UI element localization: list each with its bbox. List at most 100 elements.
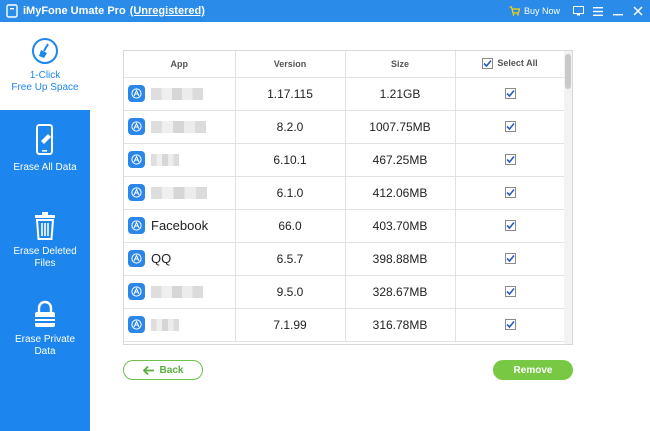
app-size: 328.67MB	[345, 275, 456, 309]
checkmark-icon	[505, 188, 515, 196]
app-name: Facebook	[151, 218, 209, 233]
app-name-blurred	[151, 120, 206, 133]
sidebar-label: Files	[34, 258, 56, 269]
row-checkbox[interactable]	[504, 318, 516, 330]
table-scrollbar[interactable]	[564, 51, 572, 344]
app-store-icon	[128, 250, 145, 267]
app-size: 1007.75MB	[345, 110, 456, 144]
remove-label: Remove	[513, 364, 553, 376]
trash-icon	[35, 212, 55, 240]
table-row[interactable]: 6.1.0 412.06MB	[124, 176, 566, 210]
table-row[interactable]: 8.2.0 1007.75MB	[124, 110, 566, 144]
app-store-icon	[128, 217, 145, 234]
app-version: 6.1.0	[235, 176, 346, 210]
checkmark-icon	[505, 320, 515, 328]
app-size: 316.78MB	[345, 308, 456, 342]
app-version: 66.0	[235, 209, 346, 243]
select-cell	[455, 77, 566, 111]
row-checkbox[interactable]	[504, 219, 516, 231]
select-cell	[455, 176, 566, 210]
app-name-blurred	[151, 285, 203, 298]
row-checkbox[interactable]	[504, 186, 516, 198]
checkmark-icon	[483, 59, 493, 67]
select-all-label: Select All	[497, 58, 538, 69]
menu-button[interactable]	[590, 3, 606, 19]
table-row[interactable]: 1.17.115 1.21GB	[124, 77, 566, 111]
close-button[interactable]	[630, 3, 646, 19]
sidebar-label: Erase Private	[14, 334, 76, 345]
app-version: 1.17.115	[235, 77, 346, 111]
table-row[interactable]: 7.1.99 316.78MB	[124, 308, 566, 342]
table-row[interactable]: 9.5.0 328.67MB	[124, 275, 566, 309]
sidebar-item-free-up-space[interactable]: 1-Click Free Up Space	[0, 22, 90, 110]
column-header-app: App	[124, 51, 236, 78]
checkmark-icon	[505, 122, 515, 130]
select-cell	[455, 308, 566, 342]
app-size: 403.70MB	[345, 209, 456, 243]
row-checkbox[interactable]	[504, 285, 516, 297]
sidebar: 1-Click Free Up Space Erase All Data Era…	[0, 22, 90, 431]
app-table: App Version Size Select All 1.17.115 1.21…	[123, 50, 573, 345]
remove-button[interactable]: Remove	[493, 360, 573, 380]
broom-icon	[32, 38, 58, 64]
app-cell	[124, 143, 236, 177]
app-name: QQ	[151, 251, 172, 266]
row-checkbox[interactable]	[504, 120, 516, 132]
app-store-icon	[128, 85, 145, 102]
scrollbar-thumb[interactable]	[565, 54, 571, 89]
select-cell	[455, 110, 566, 144]
column-header-version: Version	[235, 51, 346, 78]
minimize-icon	[613, 14, 623, 16]
app-store-icon	[128, 283, 145, 300]
sidebar-item-erase-deleted-files[interactable]: Erase Deleted Files	[0, 212, 90, 292]
select-all-checkbox[interactable]	[482, 57, 494, 69]
app-cell	[124, 110, 236, 144]
app-cell: QQ	[124, 242, 236, 276]
unregistered-link[interactable]: (Unregistered)	[130, 5, 205, 17]
sidebar-item-erase-private-data[interactable]: Erase Private Data	[0, 300, 90, 380]
app-name-blurred	[151, 153, 179, 166]
row-checkbox[interactable]	[504, 252, 516, 264]
app-cell	[124, 275, 236, 309]
sidebar-item-erase-all-data[interactable]: Erase All Data	[0, 124, 90, 194]
app-store-icon	[128, 151, 145, 168]
table-row[interactable]: QQ 6.5.7 398.88MB	[124, 242, 566, 276]
table-row[interactable]: Facebook 66.0 403.70MB	[124, 209, 566, 243]
column-header-select-all[interactable]: Select All	[455, 51, 566, 78]
app-size: 1.21GB	[345, 77, 456, 111]
checkmark-icon	[505, 89, 515, 97]
app-size: 467.25MB	[345, 143, 456, 177]
sidebar-label: Erase All Data	[13, 162, 77, 173]
app-name-blurred	[151, 186, 207, 199]
sidebar-label: Erase Deleted	[13, 246, 77, 257]
sidebar-label: Data	[34, 346, 56, 357]
checkmark-icon	[505, 287, 515, 295]
app-cell: Facebook	[124, 209, 236, 243]
minimize-button[interactable]	[610, 3, 626, 19]
select-cell	[455, 242, 566, 276]
back-button[interactable]: Back	[123, 360, 203, 380]
menu-icon	[593, 6, 603, 16]
select-cell	[455, 275, 566, 309]
table-header-row: App Version Size Select All	[124, 51, 566, 78]
app-name-blurred	[151, 87, 203, 100]
buy-now-button[interactable]: Buy Now	[509, 6, 560, 16]
row-checkbox[interactable]	[504, 153, 516, 165]
app-store-icon	[128, 184, 145, 201]
table-row[interactable]: 6.10.1 467.25MB	[124, 143, 566, 177]
sidebar-label: 1-Click	[29, 70, 61, 81]
app-cell	[124, 77, 236, 111]
feedback-button[interactable]	[570, 3, 586, 19]
app-title: iMyFone Umate Pro	[23, 5, 126, 17]
checkmark-icon	[505, 254, 515, 262]
column-header-size: Size	[345, 51, 456, 78]
select-cell	[455, 209, 566, 243]
app-store-icon	[128, 118, 145, 135]
app-size: 398.88MB	[345, 242, 456, 276]
cart-icon	[509, 6, 520, 16]
app-version: 6.10.1	[235, 143, 346, 177]
app-cell	[124, 308, 236, 342]
row-checkbox[interactable]	[504, 87, 516, 99]
app-cell	[124, 176, 236, 210]
app-size: 412.06MB	[345, 176, 456, 210]
